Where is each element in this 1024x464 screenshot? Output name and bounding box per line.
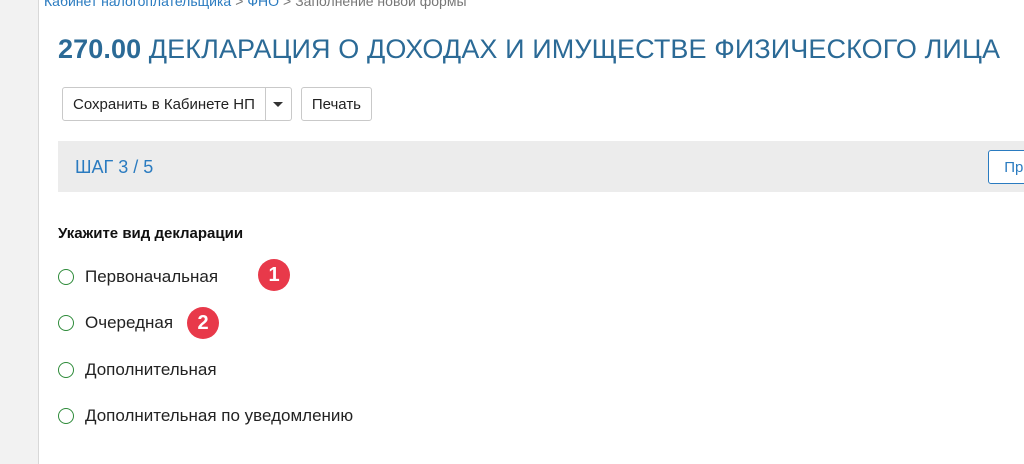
caret-down-icon: [273, 101, 284, 107]
radio-option-initial[interactable]: Первоначальная: [58, 265, 218, 289]
breadcrumb-current: Заполнение новой формы: [295, 0, 467, 9]
step-bar: ШАГ 3 / 5 Про: [58, 141, 1024, 192]
radio-label[interactable]: Дополнительная по уведомлению: [85, 406, 353, 426]
annotation-badge-1: 1: [258, 259, 290, 291]
radio-label[interactable]: Дополнительная: [85, 360, 217, 380]
form-code: 270.00: [58, 34, 142, 64]
step-indicator: ШАГ 3 / 5: [75, 157, 154, 177]
annotation-badge-2: 2: [187, 307, 219, 339]
left-panel: [0, 0, 39, 464]
form-title: ДЕКЛАРАЦИЯ О ДОХОДАХ И ИМУЩЕСТВЕ ФИЗИЧЕС…: [148, 34, 1001, 64]
radio-option-additional[interactable]: Дополнительная: [58, 358, 217, 382]
breadcrumb-link-cabinet[interactable]: Кабинет налогоплательщика: [44, 0, 231, 9]
radio-label[interactable]: Первоначальная: [85, 267, 218, 287]
radio-button[interactable]: [58, 269, 74, 285]
declaration-type-question: Укажите вид декларации: [58, 225, 244, 242]
save-button[interactable]: Сохранить в Кабинете НП: [62, 87, 266, 121]
radio-button[interactable]: [58, 315, 74, 331]
breadcrumb: Кабинет налогоплательщика > ФНО > Заполнение…: [44, 0, 467, 9]
next-step-button[interactable]: Про: [988, 150, 1024, 184]
breadcrumb-link-fno[interactable]: ФНО: [247, 0, 279, 9]
breadcrumb-separator: >: [235, 0, 244, 9]
radio-button[interactable]: [58, 408, 74, 424]
radio-button[interactable]: [58, 362, 74, 378]
radio-option-additional-notice[interactable]: Дополнительная по уведомлению: [58, 404, 353, 428]
breadcrumb-separator: >: [283, 0, 292, 9]
radio-label[interactable]: Очередная: [85, 313, 173, 333]
save-button-group: Сохранить в Кабинете НП: [62, 87, 292, 121]
print-button[interactable]: Печать: [300, 87, 372, 121]
save-dropdown-toggle[interactable]: [265, 87, 292, 121]
toolbar: Сохранить в Кабинете НП Печать: [62, 87, 372, 121]
radio-option-regular[interactable]: Очередная: [58, 311, 173, 335]
page-title: 270.00 ДЕКЛАРАЦИЯ О ДОХОДАХ И ИМУЩЕСТВЕ …: [58, 34, 1000, 65]
